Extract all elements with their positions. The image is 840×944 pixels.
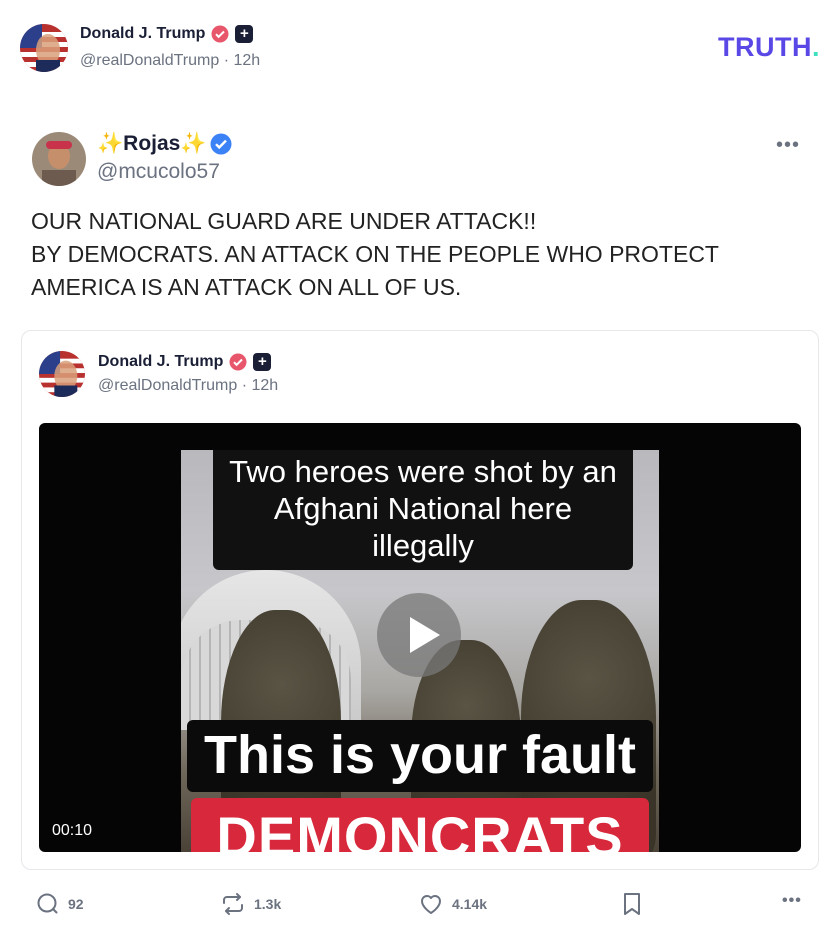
author-handle[interactable]: @realDonaldTrump — [80, 52, 219, 69]
like-button[interactable]: 4.14k — [418, 892, 487, 916]
quoted-post-card[interactable]: Donald J. Trump + @realDonaldTrump · 12h… — [21, 330, 819, 870]
quoted-author-name-row: Donald J. Trump + — [98, 353, 272, 371]
quoted-author-name[interactable]: Donald J. Trump — [98, 353, 223, 371]
more-icon[interactable]: ••• — [782, 892, 802, 910]
reply-button[interactable]: 92 — [36, 892, 84, 916]
video-caption-top: Two heroes were shot by an Afghani Natio… — [213, 450, 633, 570]
play-icon[interactable] — [377, 593, 461, 677]
repost-author-name-row: ✨Rojas✨ — [97, 132, 232, 156]
retruth-button[interactable]: 1.3k — [220, 892, 281, 916]
retruth-icon — [220, 892, 246, 916]
like-icon — [418, 892, 444, 916]
quoted-post-time[interactable]: 12h — [252, 377, 279, 394]
repost-author-avatar[interactable] — [32, 132, 86, 186]
video-caption-main: This is your fault — [187, 720, 653, 792]
separator-dot: · — [241, 377, 252, 394]
quoted-author-handle-row: @realDonaldTrump · 12h — [98, 377, 278, 395]
plus-badge-icon: + — [253, 353, 272, 371]
author-avatar[interactable] — [20, 24, 68, 72]
caption-line: Afghani National here — [273, 491, 573, 526]
logo-dot: . — [811, 32, 820, 62]
caption-line: Two heroes were shot by an — [229, 454, 617, 489]
post-text: OUR NATIONAL GUARD ARE UNDER ATTACK!! BY… — [31, 205, 821, 304]
like-count: 4.14k — [452, 896, 488, 912]
verified-badge-icon — [229, 353, 247, 371]
reply-count: 92 — [68, 896, 84, 912]
truth-logo[interactable]: TRUTH. — [718, 32, 820, 63]
plus-badge-icon: + — [235, 25, 254, 43]
reply-icon — [36, 892, 60, 916]
post-text-line: BY DEMOCRATS. AN ATTACK ON THE PEOPLE WH… — [31, 241, 719, 300]
video-duration: 00:10 — [52, 822, 93, 839]
post-text-line: OUR NATIONAL GUARD ARE UNDER ATTACK!! — [31, 208, 537, 234]
quoted-author-avatar[interactable] — [39, 351, 85, 397]
author-name-row: Donald J. Trump + — [80, 25, 254, 43]
logo-text: TRUTH — [718, 32, 812, 62]
quoted-author-handle[interactable]: @realDonaldTrump — [98, 377, 237, 394]
separator-dot: · — [223, 52, 234, 69]
caption-line: illegally — [372, 528, 474, 563]
bookmark-icon — [622, 892, 642, 916]
repost-author-name[interactable]: ✨Rojas✨ — [97, 132, 206, 156]
verified-badge-icon — [211, 25, 229, 43]
author-handle-row: @realDonaldTrump · 12h — [80, 52, 260, 70]
video-caption-red: DEMONCRATS — [191, 798, 649, 852]
post-time[interactable]: 12h — [234, 52, 261, 69]
bookmark-button[interactable] — [622, 892, 642, 916]
repost-author-handle[interactable]: @mcucolo57 — [97, 160, 220, 184]
verified-badge-icon — [210, 133, 232, 155]
author-name[interactable]: Donald J. Trump — [80, 25, 205, 43]
more-options-button[interactable]: ••• — [776, 134, 800, 157]
action-bar: 92 1.3k 4.14k ••• — [0, 886, 840, 926]
retruth-count: 1.3k — [254, 896, 282, 912]
video-player[interactable]: Two heroes were shot by an Afghani Natio… — [39, 423, 801, 852]
